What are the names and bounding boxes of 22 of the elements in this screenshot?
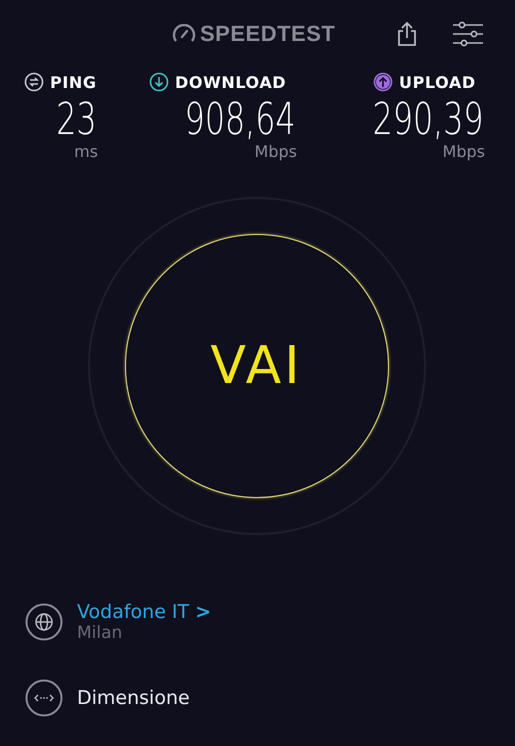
metric-unit: ms — [74, 142, 98, 161]
server-link[interactable]: Vodafone IT > — [77, 601, 212, 623]
metric-unit: Mbps — [254, 142, 297, 161]
ping-icon — [24, 72, 44, 92]
upload-icon — [373, 72, 393, 92]
metric-unit: Mbps — [442, 142, 485, 161]
metric-label: DOWNLOAD — [175, 72, 286, 92]
go-button[interactable]: VAI — [124, 234, 388, 498]
gauge-icon — [172, 24, 196, 44]
metric-value: 23 — [56, 96, 98, 144]
metric-value: 908,64 — [184, 96, 296, 144]
speedtest-logo: SPEEDTEST — [172, 21, 336, 47]
globe-icon — [25, 603, 63, 641]
connections-icon — [25, 679, 63, 717]
settings-button[interactable] — [452, 21, 484, 47]
server-location: Milan — [77, 623, 124, 643]
download-icon — [149, 72, 169, 92]
share-button[interactable] — [397, 21, 418, 47]
connections-label[interactable]: Dimensione — [77, 687, 190, 709]
metric-label: PING — [50, 72, 97, 92]
metric-label: UPLOAD — [399, 72, 476, 92]
metric-value: 290,39 — [372, 96, 484, 144]
